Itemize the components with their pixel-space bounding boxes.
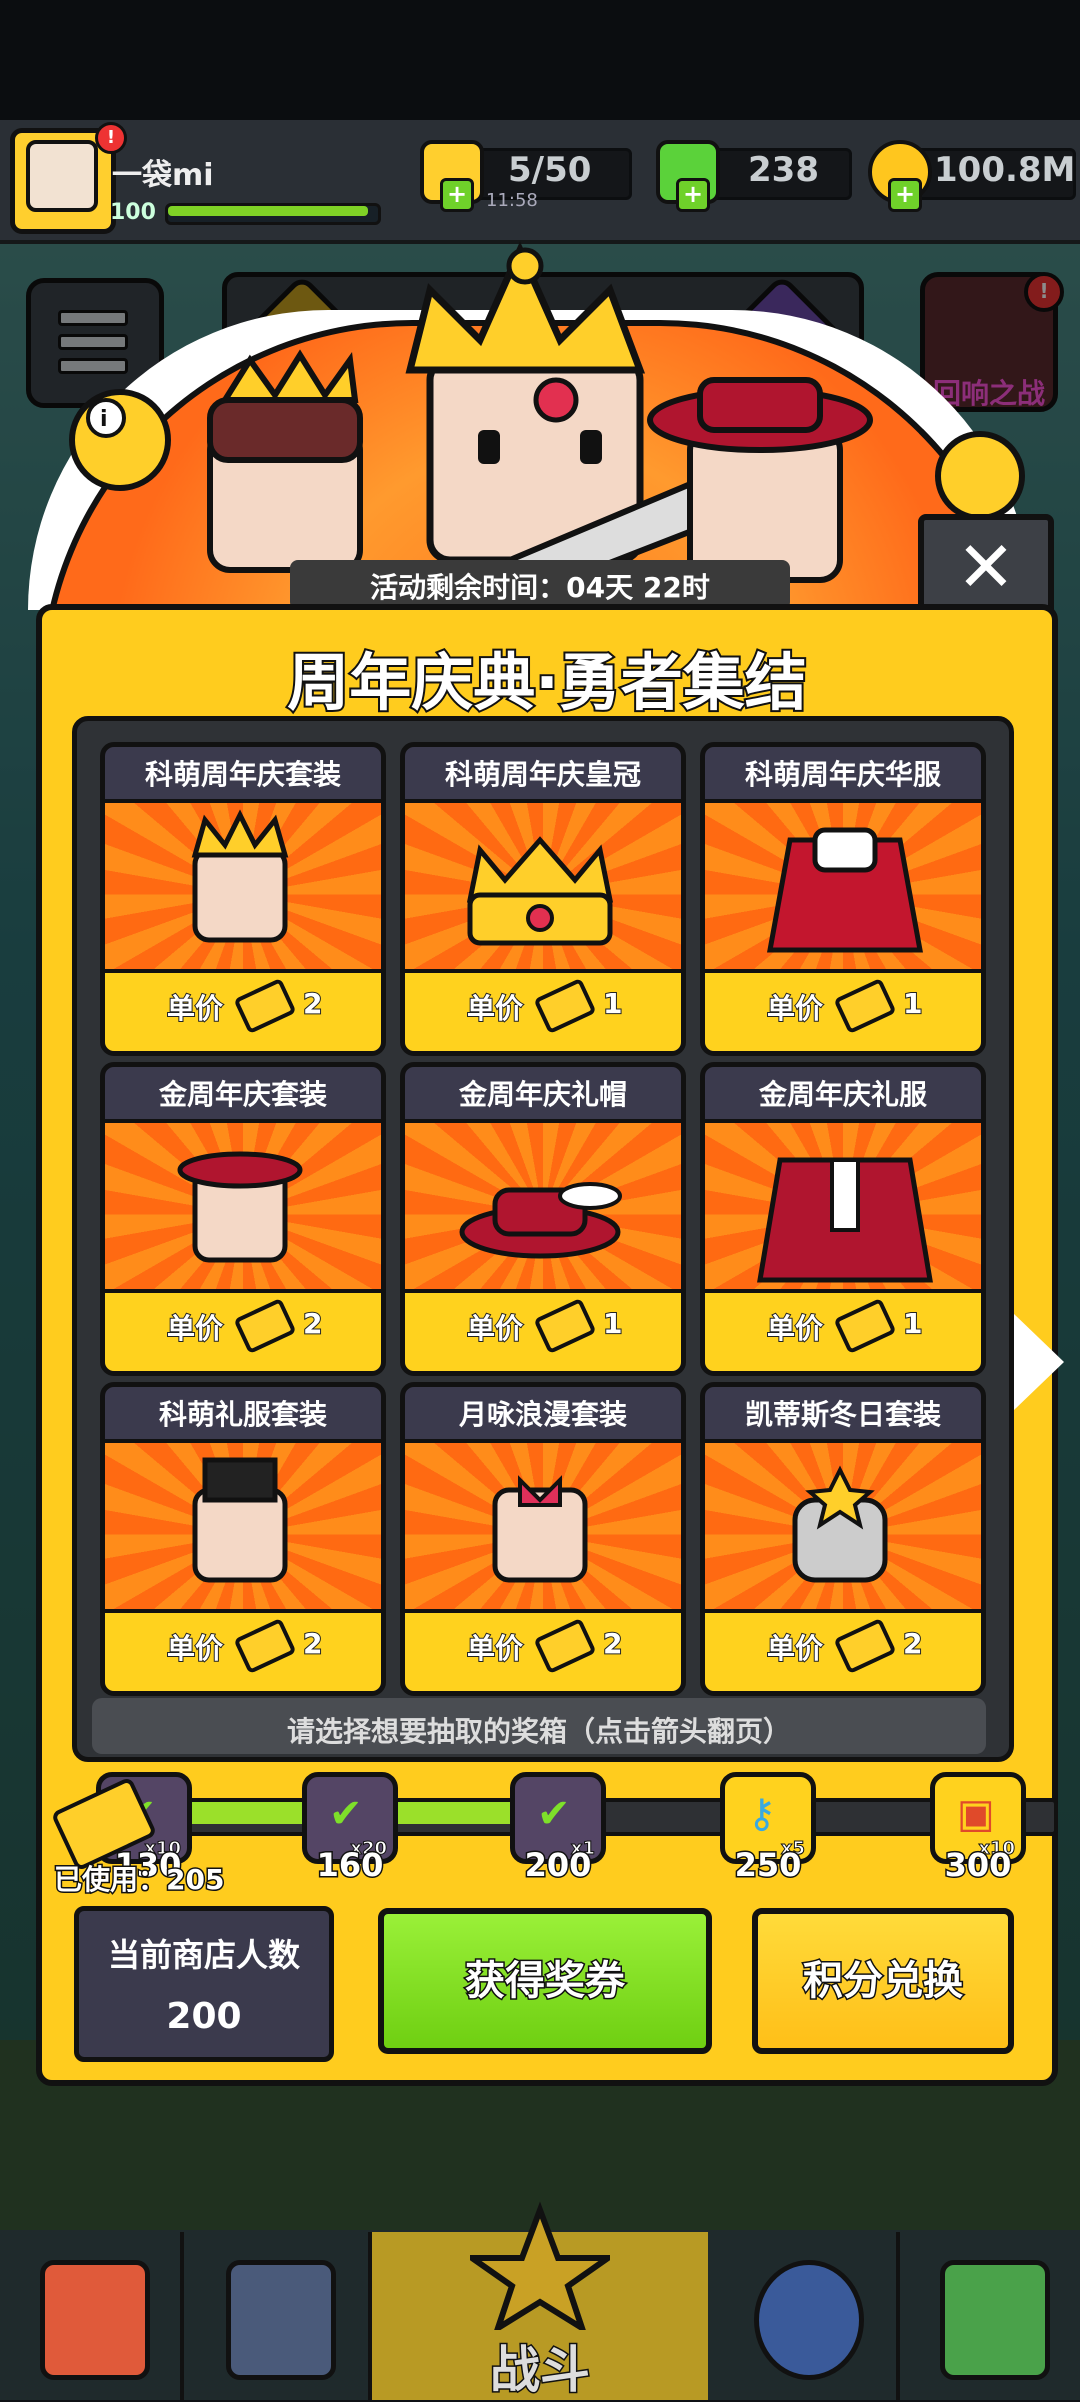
hint-text: 请选择想要抽取的奖箱（点击箭头翻页） bbox=[286, 1715, 791, 1748]
milestone-value: 300 bbox=[943, 1845, 1013, 1886]
battle-label: 战斗 bbox=[489, 2340, 592, 2401]
shop-count-value: 200 bbox=[166, 1996, 242, 2037]
milestone-value: 160 bbox=[315, 1845, 385, 1886]
next-page-arrow-icon[interactable] bbox=[1014, 1314, 1064, 1410]
shop-count-label: 当前商店人数 bbox=[107, 1936, 300, 1974]
milestone-value: 250 bbox=[733, 1845, 803, 1886]
coat-icon bbox=[757, 1157, 933, 1283]
key-icon: ⚷ bbox=[747, 1791, 777, 1837]
check-icon: ✔ bbox=[537, 1791, 571, 1837]
scroll-icon bbox=[940, 2260, 1050, 2380]
crown-icon bbox=[466, 836, 614, 946]
check-icon: ✔ bbox=[329, 1791, 363, 1837]
battle-swords-icon bbox=[470, 2200, 610, 2330]
hat-icon bbox=[459, 1182, 622, 1259]
points-exchange-button[interactable]: 积分兑换 bbox=[752, 1908, 1014, 2054]
card-art-layer bbox=[177, 809, 933, 1583]
shop-icon bbox=[40, 2260, 150, 2380]
milestone-value: 200 bbox=[523, 1845, 593, 1886]
used-count: 已使用：205 bbox=[52, 1862, 225, 1898]
get-ticket-button[interactable]: 获得奖券 bbox=[378, 1908, 712, 2054]
orb-icon bbox=[754, 2260, 864, 2380]
armor-icon bbox=[226, 2260, 336, 2380]
robe-icon bbox=[767, 827, 923, 953]
chest-icon: ▣ bbox=[957, 1791, 995, 1837]
